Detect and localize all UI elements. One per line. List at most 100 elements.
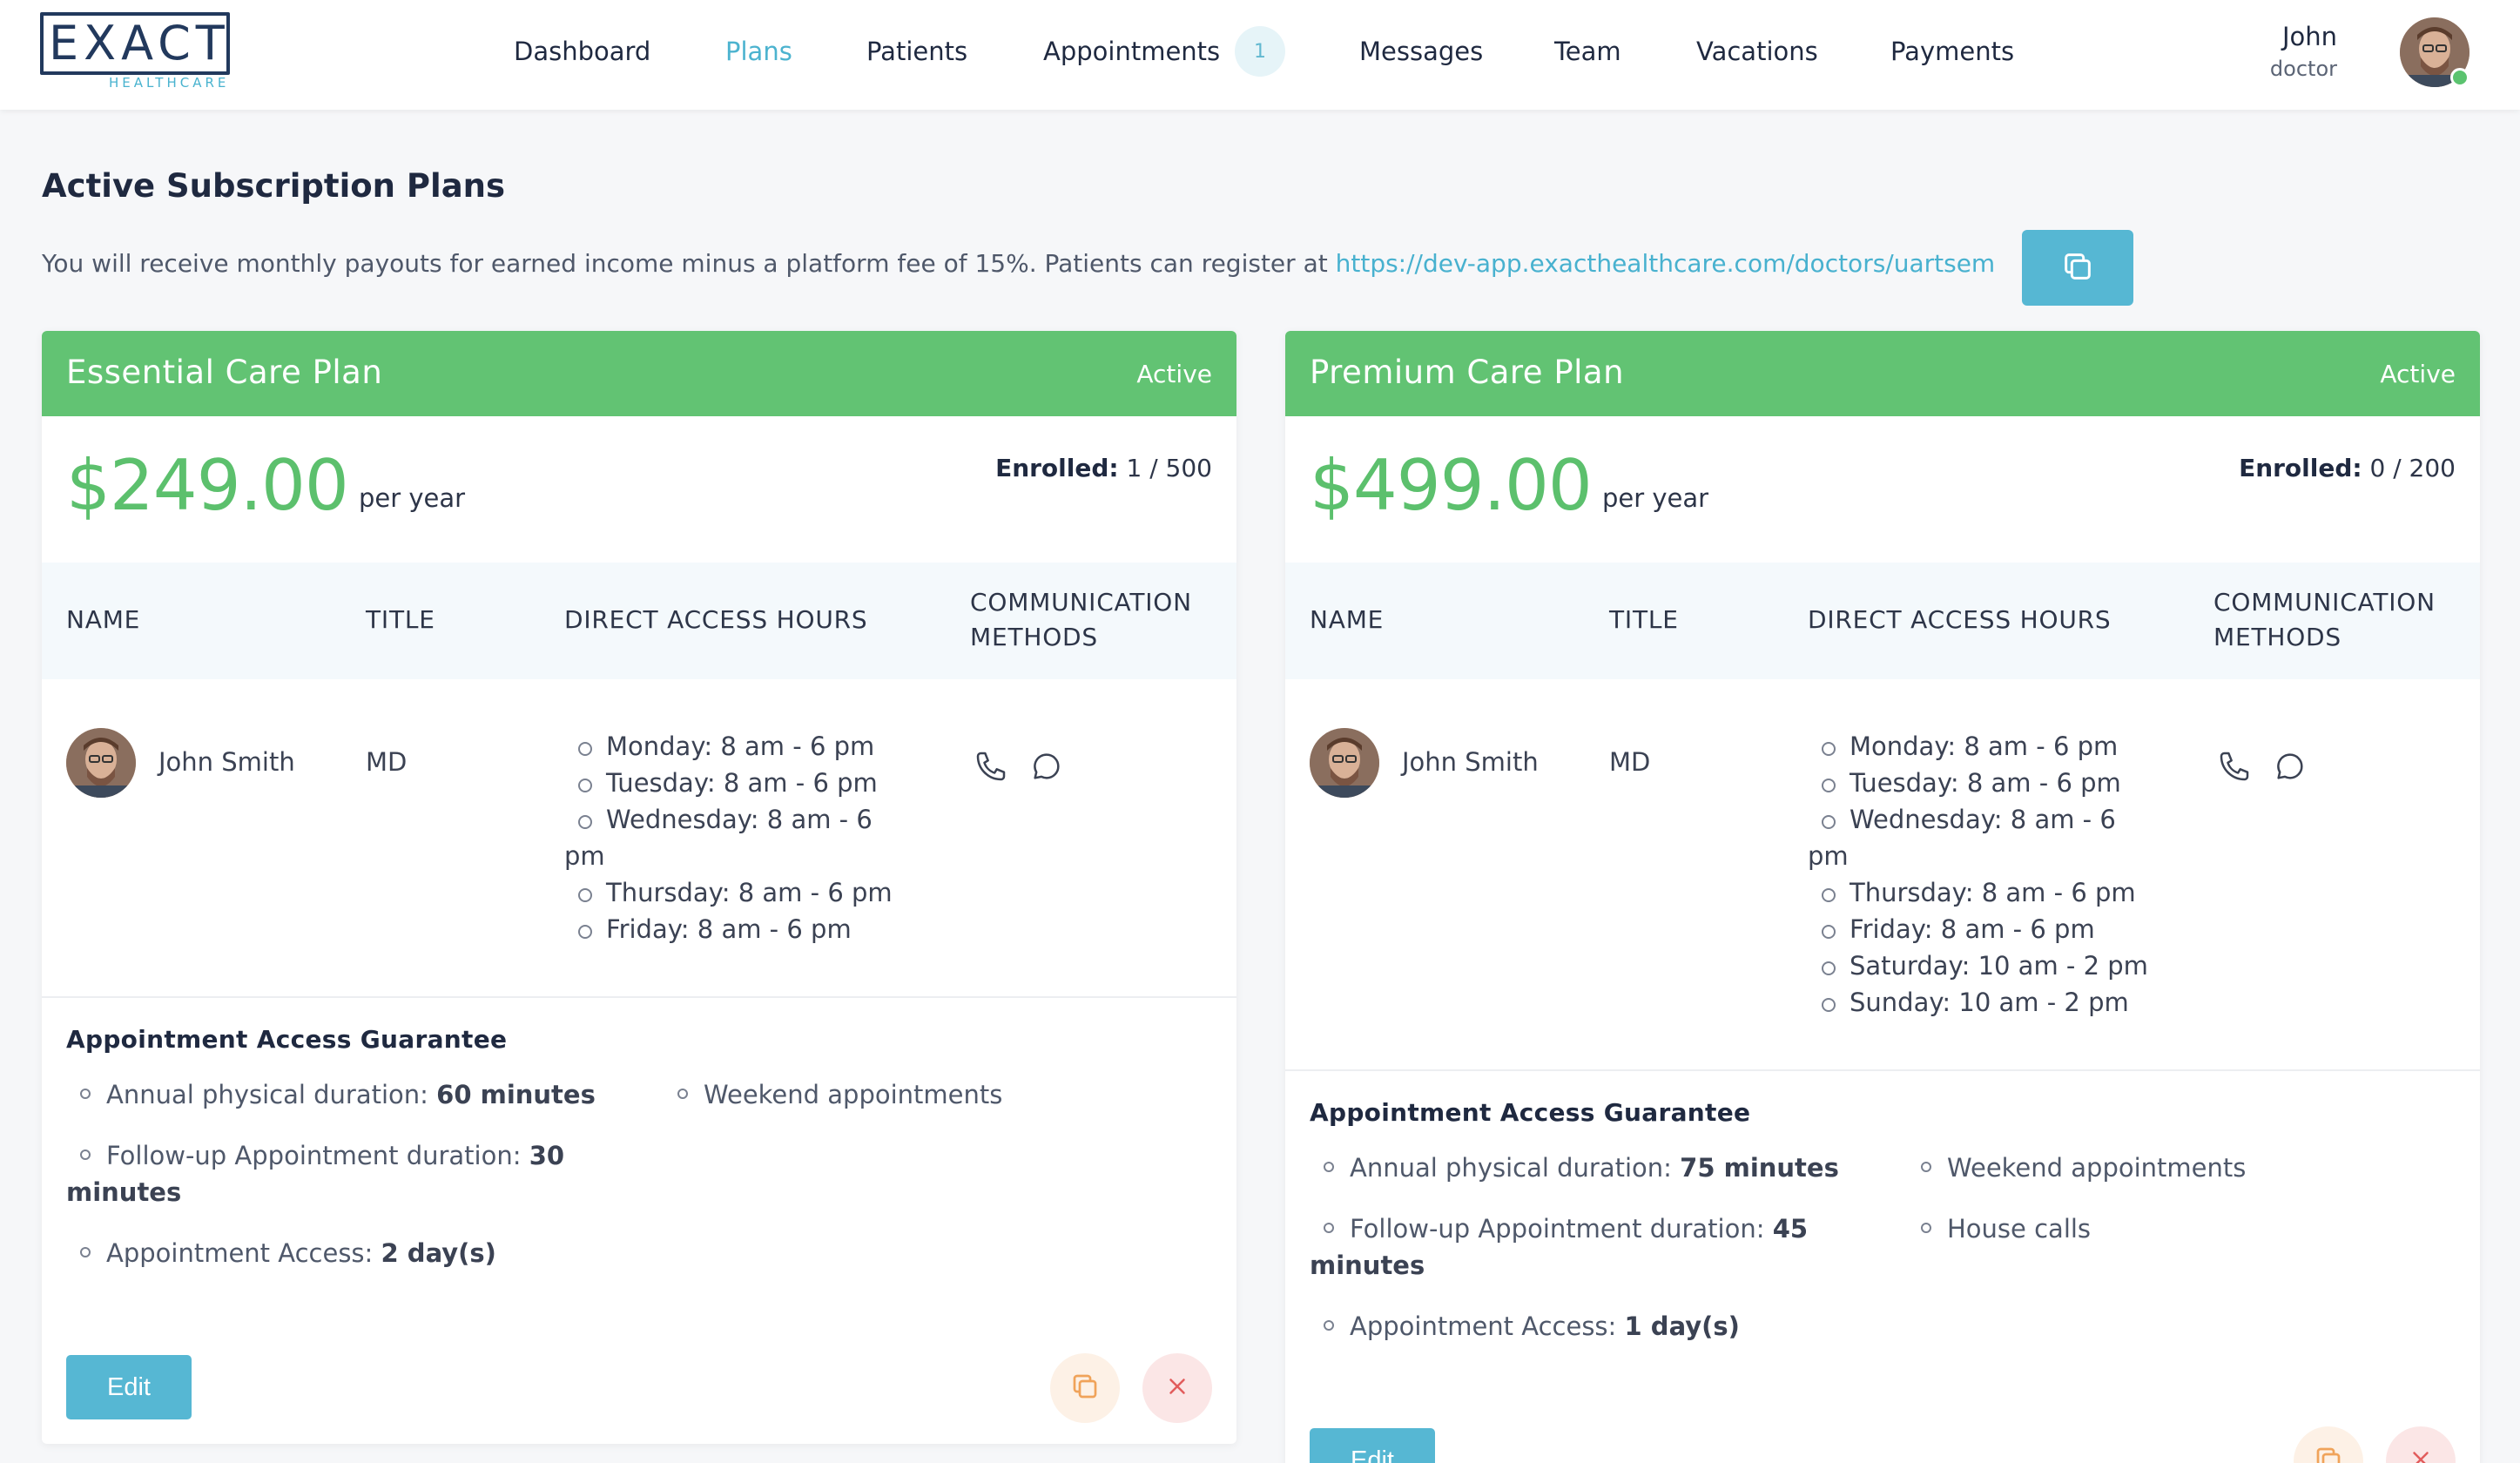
bullet — [1921, 1162, 1931, 1172]
logo-wordmark: EXACT — [49, 16, 230, 71]
extra-label: Weekend appointments — [1947, 1153, 2247, 1183]
duplicate-plan-button[interactable] — [1050, 1353, 1120, 1423]
nav-payments[interactable]: Payments — [1890, 35, 2014, 68]
nav-plans[interactable]: Plans — [725, 35, 792, 68]
annual-value: 60 minutes — [436, 1080, 596, 1109]
plan-name: Essential Care Plan — [66, 354, 383, 391]
followup-value: 45 — [1772, 1214, 1809, 1244]
payout-info-text: You will receive monthly payouts for ear… — [42, 248, 1995, 280]
appointments-count-badge: 1 — [1235, 26, 1285, 77]
bullet — [1324, 1320, 1334, 1331]
guarantee-extra: Weekend appointments — [664, 1076, 1002, 1113]
col-title: TITLE — [1609, 605, 1679, 634]
plan-price-row: $249.00 per year Enrolled: 1 / 500 — [42, 416, 1236, 563]
chat-icon — [2273, 749, 2308, 784]
doctors-table-header: NAME TITLE DIRECT ACCESS HOURS COMMUNICA… — [1285, 563, 2480, 679]
guarantee-followup: Follow-up Appointment duration: 30 minute… — [66, 1137, 623, 1210]
plan-card-header: Essential Care Plan Active — [42, 331, 1236, 416]
nav-patients[interactable]: Patients — [866, 35, 967, 68]
col-comm-line2: METHODS — [970, 623, 1098, 651]
hours-item: Monday: 8 am - 6 pm — [564, 728, 930, 765]
guarantee-title: Appointment Access Guarantee — [66, 1025, 508, 1054]
copy-icon — [2313, 1444, 2344, 1463]
nav-vacations[interactable]: Vacations — [1696, 35, 1818, 68]
col-comm-line1: COMMUNICATION — [970, 588, 1192, 617]
plan-price: $499.00 — [1310, 445, 1593, 526]
bullet — [80, 1247, 91, 1257]
bullet — [1324, 1223, 1334, 1233]
plan-card-essential: Essential Care Plan Active $249.00 per y… — [42, 331, 1236, 1444]
bullet — [80, 1150, 91, 1160]
access-label: Appointment Access: — [106, 1238, 381, 1268]
copy-icon — [1069, 1371, 1101, 1406]
enrolled-value: 0 / 200 — [2369, 454, 2456, 482]
nav-messages[interactable]: Messages — [1359, 35, 1483, 68]
doctors-table-header: NAME TITLE DIRECT ACCESS HOURS COMMUNICA… — [42, 563, 1236, 679]
logo-subtitle: HEALTHCARE — [106, 75, 232, 91]
plan-enrolled: Enrolled: 0 / 200 — [2239, 453, 2456, 484]
edit-plan-button[interactable]: Edit — [66, 1355, 192, 1419]
col-comm-line1: COMMUNICATION — [2213, 588, 2436, 617]
col-title: TITLE — [366, 605, 435, 634]
duplicate-plan-button[interactable] — [2294, 1426, 2363, 1463]
hours-item: Sunday: 10 am - 2 pm — [1808, 984, 2173, 1021]
doctor-title: MD — [366, 747, 408, 777]
guarantee-annual: Annual physical duration: 75 minutes — [1310, 1150, 1839, 1186]
delete-plan-button[interactable] — [2386, 1426, 2456, 1463]
exact-healthcare-logo[interactable]: EXACT HEALTHCARE — [40, 12, 233, 92]
nav-appointments[interactable]: Appointments — [1043, 35, 1220, 68]
delete-plan-button[interactable] — [1142, 1353, 1212, 1423]
extra-label: Weekend appointments — [704, 1080, 1003, 1109]
hours-item: Saturday: 10 am - 2 pm — [1808, 947, 2173, 984]
payout-info-label: You will receive monthly payouts for ear… — [42, 249, 1336, 278]
close-icon — [2408, 1446, 2434, 1463]
bullet — [677, 1089, 688, 1099]
nav-dashboard[interactable]: Dashboard — [514, 35, 650, 68]
plan-name: Premium Care Plan — [1310, 354, 1625, 391]
bullet — [1921, 1223, 1931, 1233]
guarantee-access: Appointment Access: 2 day(s) — [66, 1235, 496, 1271]
user-name[interactable]: John — [2282, 21, 2337, 52]
extra-label: House calls — [1947, 1214, 2092, 1244]
followup-unit: minutes — [1310, 1251, 1425, 1280]
guarantee-access: Appointment Access: 1 day(s) — [1310, 1308, 1740, 1345]
plan-price: $249.00 — [66, 445, 349, 526]
hours-item-continued: pm — [564, 841, 605, 871]
followup-label: Follow-up Appointment duration: — [106, 1141, 529, 1170]
enrolled-label: Enrolled: — [995, 454, 1119, 482]
access-guarantee: Appointment Access Guarantee Annual phys… — [1285, 1071, 2480, 1463]
hours-item: Friday: 8 am - 6 pm — [564, 911, 930, 947]
hours-item: Thursday: 8 am - 6 pm — [1808, 874, 2173, 911]
hours-item: Friday: 8 am - 6 pm — [1808, 911, 2173, 947]
phone-icon — [974, 749, 1008, 784]
hours-item: Monday: 8 am - 6 pm — [1808, 728, 2173, 765]
nav-team[interactable]: Team — [1554, 35, 1621, 68]
enrolled-value: 1 / 500 — [1126, 454, 1213, 482]
table-row: John Smith MD Monday: 8 am - 6 pm Tuesda… — [42, 679, 1236, 998]
direct-access-hours: Monday: 8 am - 6 pm Tuesday: 8 am - 6 pm… — [564, 728, 930, 947]
plan-card-premium: Premium Care Plan Active $499.00 per yea… — [1285, 331, 2480, 1463]
plan-enrolled: Enrolled: 1 / 500 — [995, 453, 1212, 484]
close-icon — [1164, 1373, 1190, 1403]
edit-plan-button[interactable]: Edit — [1310, 1428, 1435, 1463]
access-value: 2 day(s) — [381, 1238, 496, 1268]
access-guarantee: Appointment Access Guarantee Annual phys… — [42, 998, 1236, 1444]
plan-status: Active — [1136, 360, 1212, 388]
copy-register-link-button[interactable] — [2022, 230, 2133, 306]
hours-item: Thursday: 8 am - 6 pm — [564, 874, 930, 911]
doctor-name: John Smith — [1402, 747, 1539, 777]
col-hours: DIRECT ACCESS HOURS — [564, 605, 868, 634]
table-row: John Smith MD Monday: 8 am - 6 pm Tuesda… — [1285, 679, 2480, 1071]
hours-item: Tuesday: 8 am - 6 pm — [1808, 765, 2173, 801]
plan-period: per year — [1602, 483, 1709, 513]
access-value: 1 day(s) — [1624, 1311, 1740, 1341]
register-link[interactable]: https://dev-app.exacthealthcare.com/doct… — [1336, 249, 1996, 278]
followup-unit: minutes — [66, 1177, 182, 1207]
guarantee-extra: House calls — [1907, 1210, 2091, 1247]
page-title: Active Subscription Plans — [42, 167, 506, 205]
guarantee-followup: Follow-up Appointment duration: 45 minute… — [1310, 1210, 1867, 1284]
followup-value: 30 — [529, 1141, 565, 1170]
user-role: doctor — [2269, 57, 2337, 81]
annual-label: Annual physical duration: — [106, 1080, 437, 1109]
copy-icon — [2060, 249, 2095, 287]
